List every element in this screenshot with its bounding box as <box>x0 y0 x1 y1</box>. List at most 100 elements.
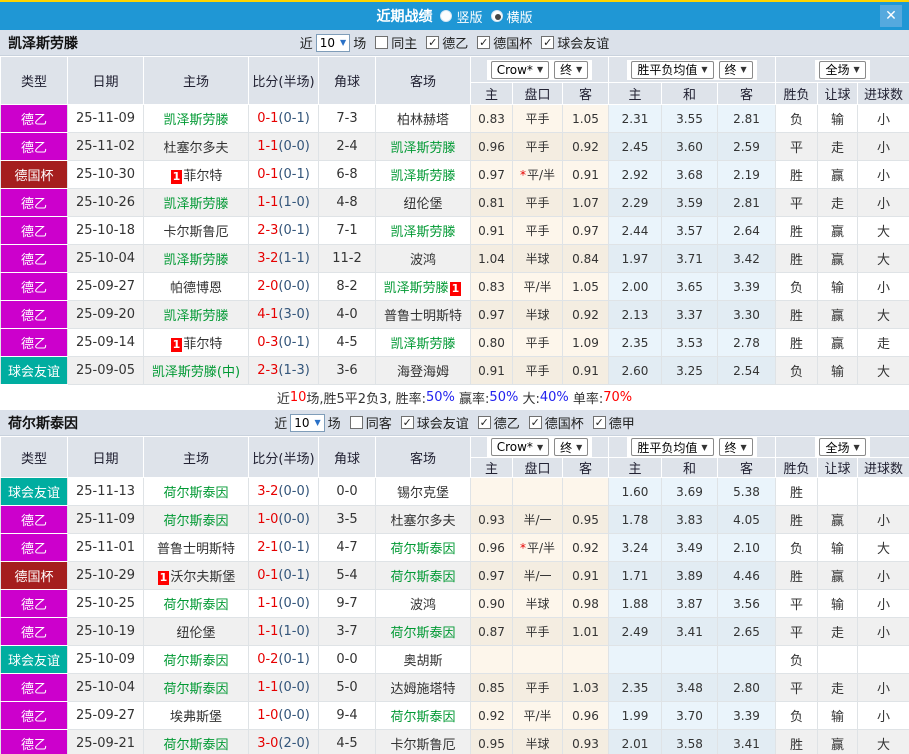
result-wdl-cell: 胜 <box>775 216 819 245</box>
summary-part: 胜率: <box>395 392 426 407</box>
table-body: 球会友谊 25-11-13 荷尔斯泰因 3-2(0-0) 0-0 锡尔克堡 1.60 3.69… <box>0 477 909 754</box>
league-cell: 德乙 <box>0 729 68 754</box>
odds-away-cell: 0.92 <box>562 132 609 161</box>
filter-league-checkbox[interactable]: ✓ 球会友谊 <box>400 413 469 432</box>
halftime-score: (0-1) <box>278 335 310 350</box>
filter-league-checkbox[interactable]: ✓ 德国杯 <box>477 33 532 52</box>
filter-league-checkbox[interactable]: ✓ 德乙 <box>477 413 520 432</box>
close-button[interactable]: ✕ <box>880 5 902 27</box>
summary-part: 70% <box>603 390 633 405</box>
avg-home-cell: 2.35 <box>608 328 662 357</box>
odds-away-cell: 0.92 <box>562 300 609 329</box>
column-header: 类型 <box>0 56 68 105</box>
result-wdl-cell: 负 <box>775 104 819 133</box>
result-handicap-cell: 输 <box>817 272 859 301</box>
avg-away-cell: 3.41 <box>716 729 777 754</box>
column-header: 主场 <box>143 436 249 478</box>
layout-option-horizontal[interactable]: 横版 <box>490 7 533 26</box>
score-cell: 1-1(0-0) <box>248 589 319 618</box>
avg-odds-dropdown[interactable]: 胜平负均值 ▼ <box>631 60 714 79</box>
avg-group-header: 胜平负均值 ▼ 终 ▼ <box>607 56 777 83</box>
checkbox-checked-icon: ✓ <box>541 36 555 49</box>
column-header: 角球 <box>318 436 376 478</box>
result-handicap-cell <box>817 645 859 674</box>
avg-away-cell: 2.81 <box>716 188 777 217</box>
avg-final-dropdown[interactable]: 终 ▼ <box>718 60 753 79</box>
avg-odds-dropdown[interactable]: 胜平负均值 ▼ <box>631 438 714 456</box>
summary-part: 近 <box>276 392 290 407</box>
team-name-text: 普鲁士明斯特 <box>383 309 462 324</box>
avg-away-cell: 2.59 <box>716 132 777 161</box>
avg-away-cell: 2.64 <box>716 216 777 245</box>
handicap-cell: 平手 <box>512 617 563 646</box>
score-cell: 2-3(0-1) <box>248 216 319 245</box>
column-header: 日期 <box>67 436 144 478</box>
sub-column-header: 胜负 <box>775 457 819 478</box>
handicap-cell: 半球 <box>512 589 563 618</box>
odds-company-dropdown[interactable]: Crow* ▼ <box>490 438 550 456</box>
team-section: 凯泽斯劳滕近 10 ▼ 场同主 ✓ 德乙 ✓ 德国杯 ✓ 球会友谊 类型 日期 主场 比分(半场) 角球 客场… <box>0 30 909 410</box>
column-header: 日期 <box>67 56 144 105</box>
odds-home-cell: 0.90 <box>470 589 513 618</box>
match-count-select[interactable]: 10 ▼ <box>315 33 351 52</box>
scope-dropdown[interactable]: 全场 ▼ <box>819 438 866 456</box>
handicap-text: 半球 <box>525 252 550 266</box>
team-name-text: 柏林赫塔 <box>396 113 449 128</box>
odds-home-cell: 0.92 <box>470 701 513 730</box>
team-name-text: 荷尔斯泰因 <box>390 626 456 641</box>
avg-away-cell: 2.78 <box>716 328 777 357</box>
odds-away-cell: 0.98 <box>562 589 609 618</box>
filter-league-checkbox[interactable]: ✓ 德国杯 <box>528 413 584 432</box>
table-row: 德乙 25-09-21 荷尔斯泰因 3-0(2-0) 4-5 卡尔斯鲁厄 0.95 半球 0.9… <box>0 729 909 754</box>
filter-same-venue-checkbox[interactable]: 同客 <box>349 413 392 432</box>
result-handicap-cell: 输 <box>817 356 859 385</box>
odds-final-dropdown[interactable]: 终 ▼ <box>554 60 589 79</box>
home-team-cell: 杜塞尔多夫 <box>143 132 249 161</box>
summary-part: 场,胜5平2负3, <box>306 392 396 407</box>
layout-option-vertical[interactable]: 竖版 <box>440 7 483 26</box>
table-row: 德乙 25-10-04 凯泽斯劳滕 3-2(1-1) 11-2 波鸿 1.04 半球 0.84 1… <box>0 244 909 273</box>
summary-part: 50% <box>426 390 455 405</box>
filter-league-checkbox[interactable]: ✓ 德甲 <box>592 413 635 432</box>
corners-cell: 5-0 <box>318 673 376 702</box>
result-goals-cell: 小 <box>857 617 909 646</box>
result-wdl-cell: 负 <box>775 533 819 562</box>
filter-league-checkbox[interactable]: ✓ 德乙 <box>426 33 468 52</box>
halftime-score: (0-1) <box>278 167 310 182</box>
chevron-down-icon: ▼ <box>853 442 860 452</box>
corners-cell: 3-5 <box>318 505 376 534</box>
corners-cell: 0-0 <box>318 645 376 674</box>
halftime-score: (0-0) <box>278 680 310 695</box>
sub-column-header: 进球数 <box>857 457 909 478</box>
odds-final-dropdown[interactable]: 终 ▼ <box>554 438 589 456</box>
handicap-text: 平手 <box>525 196 550 210</box>
odds-home-cell: 0.96 <box>470 132 513 161</box>
avg-final-dropdown[interactable]: 终 ▼ <box>718 438 753 456</box>
result-wdl-cell: 胜 <box>775 328 819 357</box>
corners-cell: 4-5 <box>318 328 376 357</box>
team-name-text: 凯泽斯劳滕 <box>163 309 229 324</box>
corners-cell: 7-3 <box>318 104 376 133</box>
away-team-cell: 凯泽斯劳滕 <box>375 132 471 161</box>
date-cell: 25-09-27 <box>67 272 144 301</box>
handicap-cell <box>512 477 563 506</box>
filter-same-venue-checkbox[interactable]: 同主 <box>375 33 417 52</box>
sub-column-header: 客 <box>562 82 609 105</box>
handicap-cell: 平手 <box>512 188 563 217</box>
date-cell: 25-10-19 <box>67 617 144 646</box>
team-name-text: 荷尔斯泰因 <box>390 542 456 557</box>
corners-cell: 4-8 <box>318 188 376 217</box>
filter-league-checkbox[interactable]: ✓ 球会友谊 <box>541 33 609 52</box>
home-team-cell: 荷尔斯泰因 <box>143 589 249 618</box>
result-goals-cell: 小 <box>857 561 909 590</box>
match-count-select[interactable]: 10 ▼ <box>290 413 325 432</box>
odds-company-dropdown[interactable]: Crow* ▼ <box>490 60 550 79</box>
result-wdl-cell: 平 <box>775 673 819 702</box>
avg-home-cell: 2.44 <box>608 216 662 245</box>
handicap-text: 半/一 <box>523 569 552 583</box>
result-goals-cell <box>857 477 909 506</box>
scope-dropdown[interactable]: 全场 ▼ <box>819 60 866 79</box>
halftime-score: (3-0) <box>278 307 310 322</box>
checkbox-checked-icon: ✓ <box>426 36 440 49</box>
radio-label: 竖版 <box>456 10 483 26</box>
